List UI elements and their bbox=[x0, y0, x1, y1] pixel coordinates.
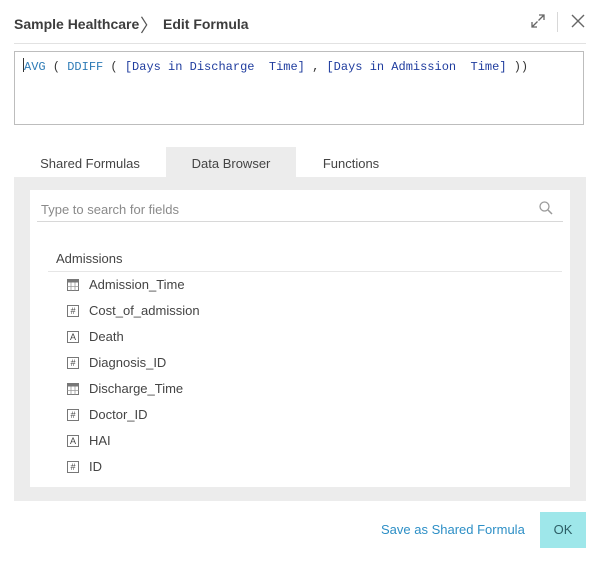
field-item[interactable]: A Death bbox=[48, 325, 548, 351]
field-item[interactable]: # Doctor_ID bbox=[48, 403, 548, 429]
formula-editor[interactable]: AVG ( DDIFF ( [Days in Discharge Time] ,… bbox=[14, 51, 584, 125]
tab-functions[interactable]: Functions bbox=[296, 147, 406, 178]
formula-field-admission: [Days in Admission Time] bbox=[326, 60, 507, 74]
dialog-title: Edit Formula bbox=[163, 16, 249, 32]
tab-data-browser[interactable]: Data Browser bbox=[166, 147, 296, 178]
date-field-icon bbox=[67, 383, 79, 395]
field-item[interactable]: Admission_Time bbox=[48, 273, 548, 299]
text-field-icon: A bbox=[67, 331, 79, 343]
formula-comma: , bbox=[304, 60, 327, 74]
field-label: Death bbox=[89, 329, 124, 344]
field-label: ID bbox=[89, 459, 102, 474]
field-search-input[interactable] bbox=[37, 198, 563, 222]
formula-field-discharge: [Days in Discharge Time] bbox=[124, 60, 305, 74]
field-label: HAI bbox=[89, 433, 111, 448]
close-icon[interactable] bbox=[569, 12, 587, 30]
tab-shared-formulas[interactable]: Shared Formulas bbox=[14, 147, 166, 178]
formula-paren: ( bbox=[103, 60, 125, 74]
data-browser-panel: Admissions Admission_Time # Cost_of_admiss… bbox=[14, 177, 586, 501]
formula-paren: ( bbox=[45, 60, 68, 74]
dialog-header: Sample Healthcare 〉 Edit Formula bbox=[0, 0, 599, 44]
field-list-container: Admissions Admission_Time # Cost_of_admiss… bbox=[30, 190, 570, 487]
save-as-shared-formula-button[interactable]: Save as Shared Formula bbox=[381, 522, 525, 537]
number-field-icon: # bbox=[67, 409, 79, 421]
group-divider bbox=[48, 271, 562, 272]
field-label: Patient_ID bbox=[89, 485, 150, 487]
tab-bar: Shared Formulas Data Browser Functions bbox=[14, 147, 586, 178]
field-item[interactable]: #Patient_ID bbox=[48, 481, 548, 487]
formula-function-ddiff: DDIFF bbox=[67, 60, 104, 74]
text-field-icon: A bbox=[67, 435, 79, 447]
field-label: Diagnosis_ID bbox=[89, 355, 167, 370]
field-item[interactable]: # ID bbox=[48, 455, 548, 481]
field-label: Admission_Time bbox=[89, 277, 185, 292]
number-field-icon: # bbox=[67, 461, 79, 473]
field-label: Cost_of_admission bbox=[89, 303, 200, 318]
breadcrumb-separator-icon: 〉 bbox=[140, 16, 158, 36]
field-group-title[interactable]: Admissions bbox=[56, 251, 122, 266]
breadcrumb-app[interactable]: Sample Healthcare bbox=[14, 16, 139, 32]
number-field-icon: # bbox=[67, 357, 79, 369]
field-item[interactable]: Discharge_Time bbox=[48, 377, 548, 403]
header-divider bbox=[557, 12, 558, 32]
search-icon[interactable] bbox=[538, 200, 554, 216]
expand-icon[interactable] bbox=[529, 12, 547, 30]
formula-close-parens: )) bbox=[506, 60, 529, 74]
ok-button[interactable]: OK bbox=[540, 512, 586, 548]
field-item[interactable]: # Cost_of_admission bbox=[48, 299, 548, 325]
field-label: Discharge_Time bbox=[89, 381, 184, 396]
date-field-icon bbox=[67, 279, 79, 291]
field-label: Doctor_ID bbox=[89, 407, 148, 422]
field-item[interactable]: A HAI bbox=[48, 429, 548, 455]
number-field-icon: # bbox=[67, 305, 79, 317]
header-rule bbox=[14, 43, 586, 44]
field-item[interactable]: # Diagnosis_ID bbox=[48, 351, 548, 377]
formula-function-avg: AVG bbox=[24, 60, 46, 74]
